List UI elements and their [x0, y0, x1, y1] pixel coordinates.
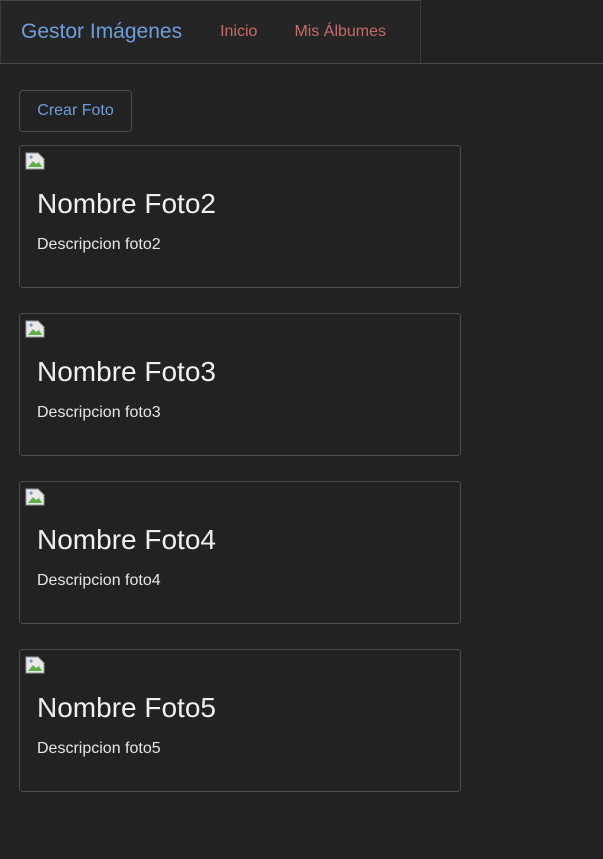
broken-image-icon — [25, 488, 45, 506]
create-photo-button[interactable]: Crear Foto — [19, 90, 132, 132]
brand-link[interactable]: Gestor Imágenes — [21, 20, 182, 44]
navbar: Gestor Imágenes Inicio Mis Álbumes — [0, 0, 421, 64]
navbar-divider — [0, 63, 603, 64]
photo-description: Descripcion foto4 — [37, 572, 161, 589]
photo-title: Nombre Foto5 — [37, 692, 216, 723]
photo-description: Descripcion foto3 — [37, 404, 161, 421]
photo-card[interactable]: Nombre Foto3 Descripcion foto3 — [19, 313, 461, 456]
photo-description: Descripcion foto2 — [37, 236, 161, 253]
photo-title: Nombre Foto2 — [37, 188, 216, 219]
photo-card[interactable]: Nombre Foto2 Descripcion foto2 — [19, 145, 461, 288]
nav-link-inicio[interactable]: Inicio — [220, 23, 257, 41]
photo-title: Nombre Foto4 — [37, 524, 216, 555]
photo-description: Descripcion foto5 — [37, 740, 161, 757]
broken-image-icon — [25, 320, 45, 338]
photo-title: Nombre Foto3 — [37, 356, 216, 387]
nav-link-mis-albumes[interactable]: Mis Álbumes — [294, 23, 386, 41]
photo-card[interactable]: Nombre Foto5 Descripcion foto5 — [19, 649, 461, 792]
broken-image-icon — [25, 656, 45, 674]
broken-image-icon — [25, 152, 45, 170]
photo-card[interactable]: Nombre Foto4 Descripcion foto4 — [19, 481, 461, 624]
